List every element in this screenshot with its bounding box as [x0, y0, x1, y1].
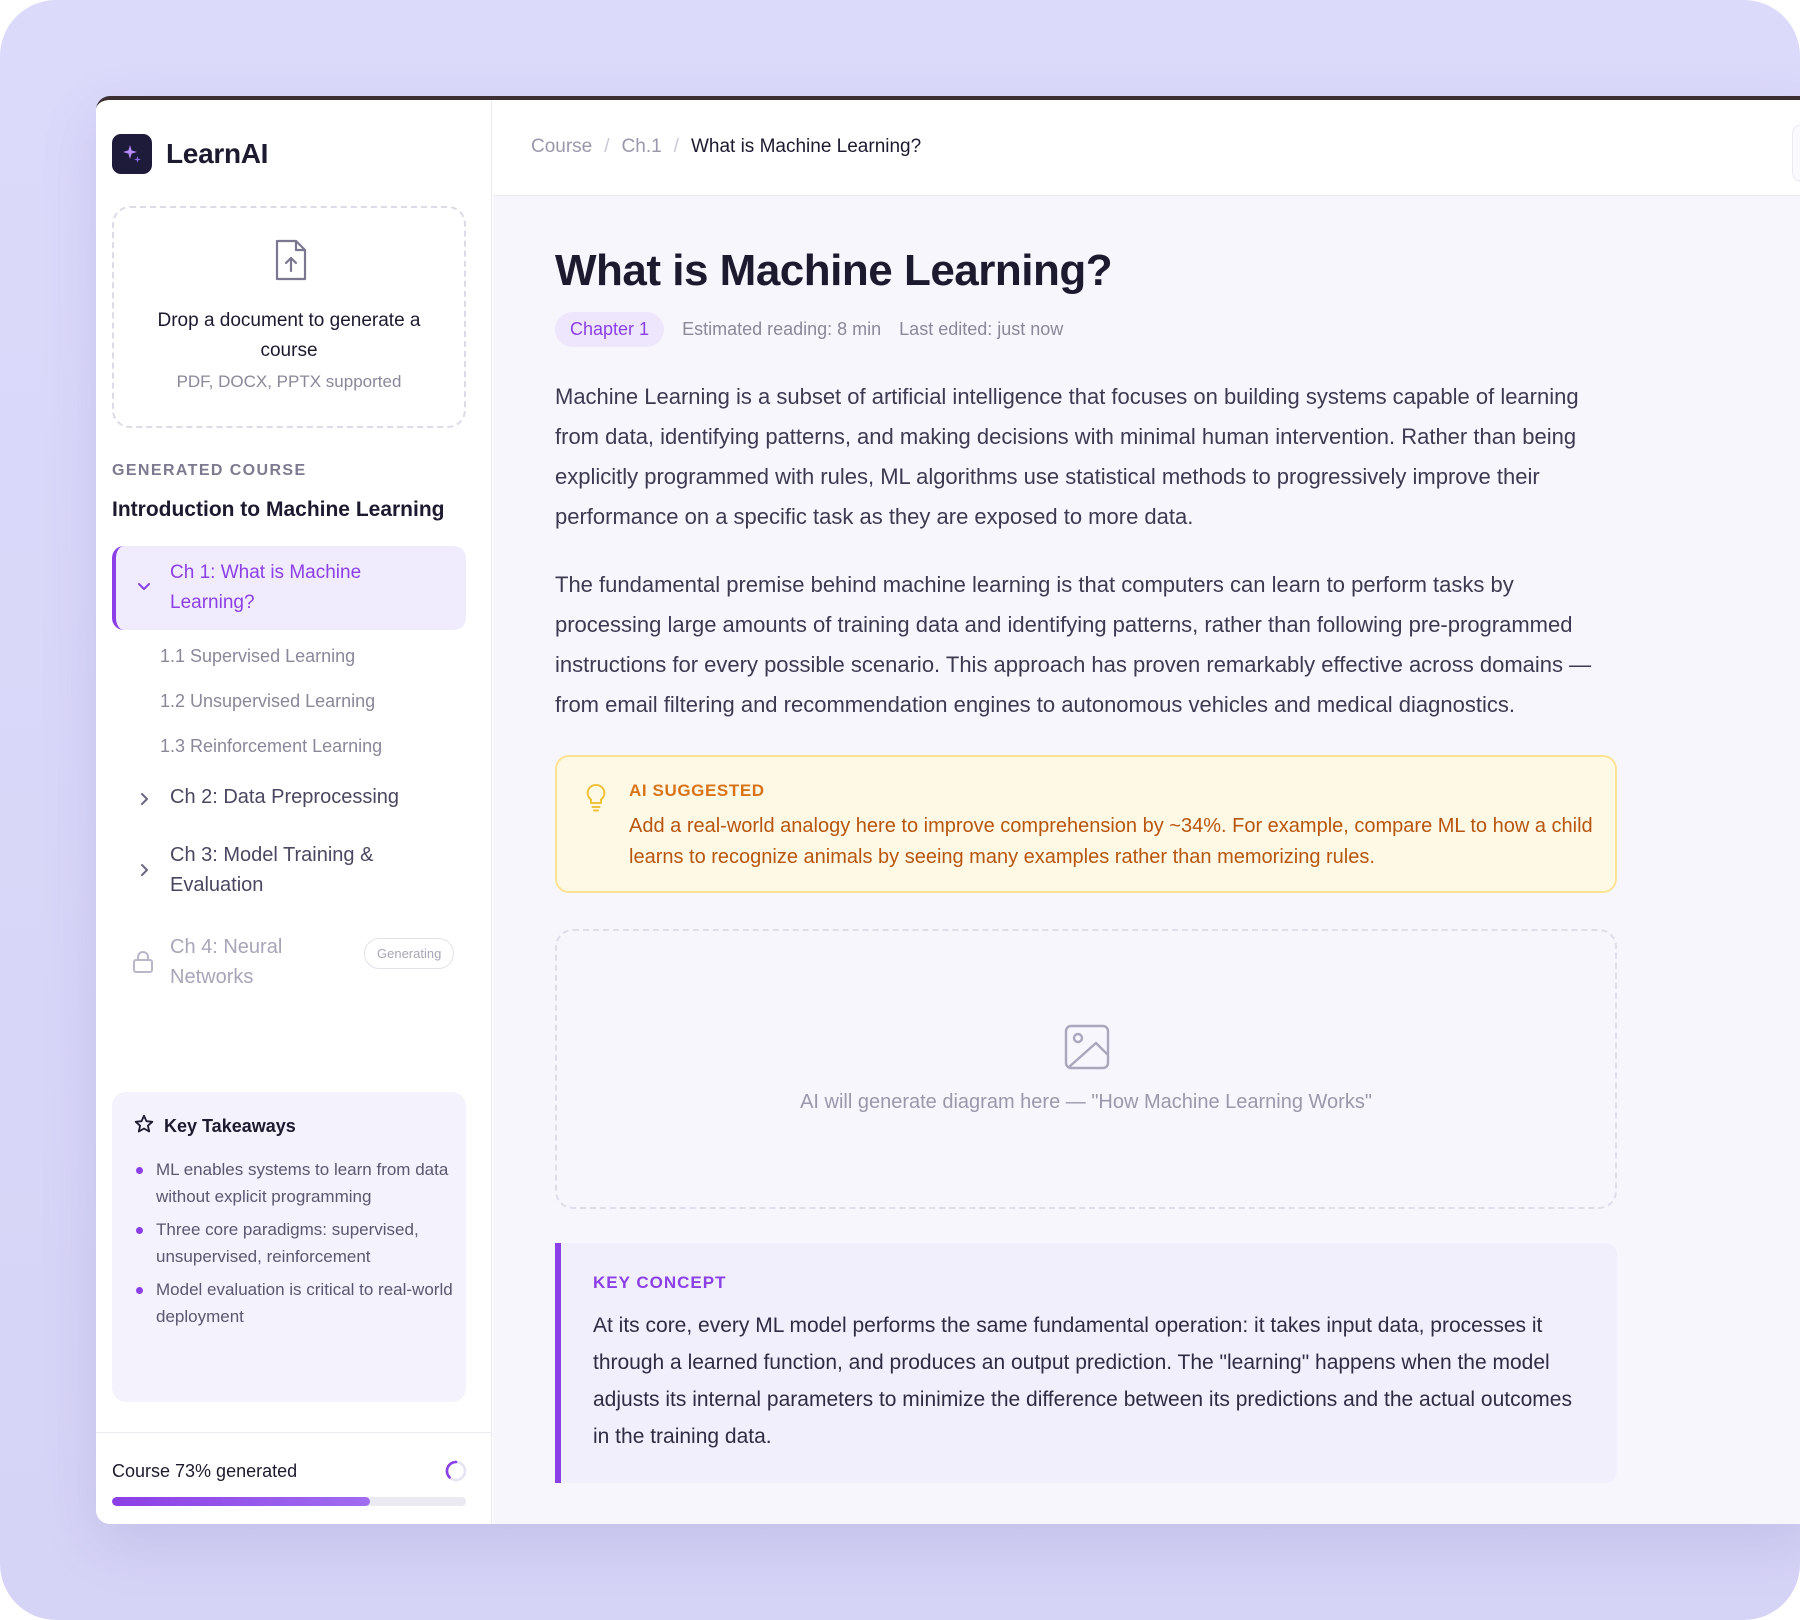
takeaway-item: Model evaluation is critical to real-wor…: [134, 1276, 454, 1330]
progress-fill: [112, 1497, 371, 1506]
diagram-placeholder-text: AI will generate diagram here — "How Mac…: [800, 1091, 1372, 1113]
brand-name: LearnAI: [166, 138, 269, 169]
takeaway-item: ML enables systems to learn from data wi…: [134, 1156, 454, 1210]
image-icon: [1063, 1023, 1111, 1076]
dropzone-title: Drop a document to generate a course: [157, 310, 421, 361]
section-label: GENERATED COURSE: [112, 462, 307, 479]
chapter-chip: Chapter 1: [555, 312, 665, 347]
chapter-label: Ch 1: What is Machine Learning?: [170, 562, 362, 613]
chapter-item-2[interactable]: Ch 2: Data Preprocessing: [112, 779, 466, 819]
takeaway-item: Three core paradigms: supervised, unsupe…: [134, 1216, 454, 1270]
generation-progress: Course 73% generated: [96, 1432, 492, 1524]
app-window: LearnAI Drop a document to generate a co…: [96, 96, 1800, 1524]
chapter-item-3[interactable]: Ch 3: Model Training & Evaluation: [112, 838, 466, 902]
star-icon: [134, 1114, 154, 1139]
chapter-label: Ch 4: Neural Networks: [170, 936, 283, 988]
chevron-right-icon[interactable]: [136, 862, 152, 883]
brand[interactable]: LearnAI: [112, 134, 268, 174]
sidebar: LearnAI Drop a document to generate a co…: [96, 100, 492, 1524]
toolbar-button[interactable]: [1792, 124, 1800, 182]
course-title: Introduction to Machine Learning: [112, 498, 445, 521]
generating-badge: Generating: [364, 938, 455, 969]
upload-dropzone[interactable]: Drop a document to generate a course PDF…: [112, 206, 466, 428]
diagram-placeholder: AI will generate diagram here — "How Mac…: [555, 929, 1617, 1209]
chapter-label: Ch 3: Model Training & Evaluation: [170, 844, 374, 896]
key-takeaways-card: Key Takeaways ML enables systems to lear…: [112, 1092, 466, 1402]
chevron-right-icon[interactable]: [136, 791, 152, 812]
last-edited: Last edited: just now: [899, 319, 1064, 339]
file-upload-icon: [271, 238, 311, 287]
progress-bar: [112, 1497, 466, 1506]
main-content: Course / Ch.1 / What is Machine Learning…: [493, 100, 1800, 1524]
breadcrumb-separator: /: [604, 136, 610, 157]
paragraph: The fundamental premise behind machine l…: [555, 572, 1592, 717]
sparkle-icon: [112, 134, 152, 174]
breadcrumb-current: What is Machine Learning?: [690, 136, 922, 157]
dropzone-subtitle: PDF, DOCX, PPTX supported: [176, 372, 402, 391]
ai-suggestion-text: Add a real-world analogy here to improve…: [629, 815, 1593, 868]
key-concept-label: KEY CONCEPT: [593, 1273, 727, 1292]
subchapter-item[interactable]: 1.1 Supervised Learning: [160, 646, 355, 667]
topbar: Course / Ch.1 / What is Machine Learning…: [493, 100, 1800, 196]
paragraph: Machine Learning is a subset of artifici…: [555, 384, 1579, 529]
page-title: What is Machine Learning?: [555, 246, 1113, 295]
article: What is Machine Learning? Chapter 1 Esti…: [555, 246, 1617, 1483]
key-concept-card: KEY CONCEPT At its core, every ML model …: [555, 1243, 1617, 1483]
spinner-icon: [444, 1459, 468, 1488]
lightbulb-icon: [585, 783, 607, 818]
reading-time: Estimated reading: 8 min: [682, 319, 882, 339]
chapter-label: Ch 2: Data Preprocessing: [170, 786, 400, 808]
ai-suggestion-card[interactable]: AI SUGGESTED Add a real-world analogy he…: [555, 755, 1617, 893]
breadcrumb-separator: /: [673, 136, 679, 157]
lock-icon: [132, 950, 154, 979]
chevron-down-icon[interactable]: [136, 578, 152, 599]
subchapter-item[interactable]: 1.3 Reinforcement Learning: [160, 736, 382, 757]
key-concept-text: At its core, every ML model performs the…: [593, 1314, 1572, 1448]
subchapter-item[interactable]: 1.2 Unsupervised Learning: [160, 691, 375, 712]
breadcrumb-course[interactable]: Course: [531, 136, 592, 158]
progress-label: Course 73% generated: [112, 1461, 298, 1481]
takeaways-title: Key Takeaways: [164, 1116, 296, 1136]
chapter-item-4: Ch 4: Neural Networks Generating: [112, 930, 466, 994]
article-meta: Chapter 1 Estimated reading: 8 min Last …: [555, 312, 1617, 347]
breadcrumb: Course / Ch.1 / What is Machine Learning…: [531, 136, 921, 158]
takeaways-list: ML enables systems to learn from data wi…: [134, 1156, 454, 1336]
breadcrumb-chapter[interactable]: Ch.1: [622, 136, 662, 158]
ai-suggestion-label: AI SUGGESTED: [629, 781, 765, 800]
chapter-item-1[interactable]: Ch 1: What is Machine Learning?: [112, 546, 466, 630]
page-backdrop: LearnAI Drop a document to generate a co…: [0, 0, 1800, 1620]
